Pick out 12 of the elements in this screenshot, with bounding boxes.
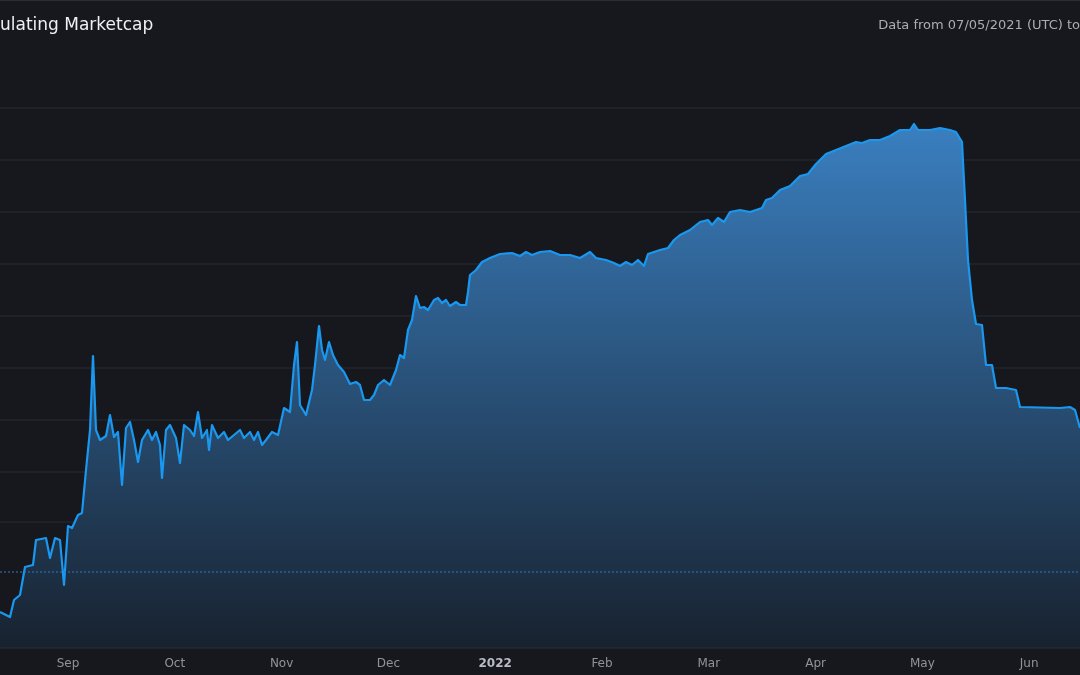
chart-title: ulating Marketcap <box>0 14 154 34</box>
x-axis-label: Dec <box>376 656 400 670</box>
date-range-text: Data from 07/05/2021 (UTC) to <box>878 16 1080 32</box>
x-axis-label: Nov <box>269 656 294 670</box>
x-axis-label: Jun <box>1019 656 1039 670</box>
x-axis-label: 2022 <box>478 656 512 670</box>
x-axis-label: Feb <box>591 656 613 670</box>
x-axis-label: Sep <box>56 656 80 670</box>
x-axis-label: Apr <box>805 656 826 670</box>
x-axis-label: May <box>910 656 935 670</box>
x-axis-label: Mar <box>697 656 721 670</box>
x-axis-label: Oct <box>164 656 186 670</box>
